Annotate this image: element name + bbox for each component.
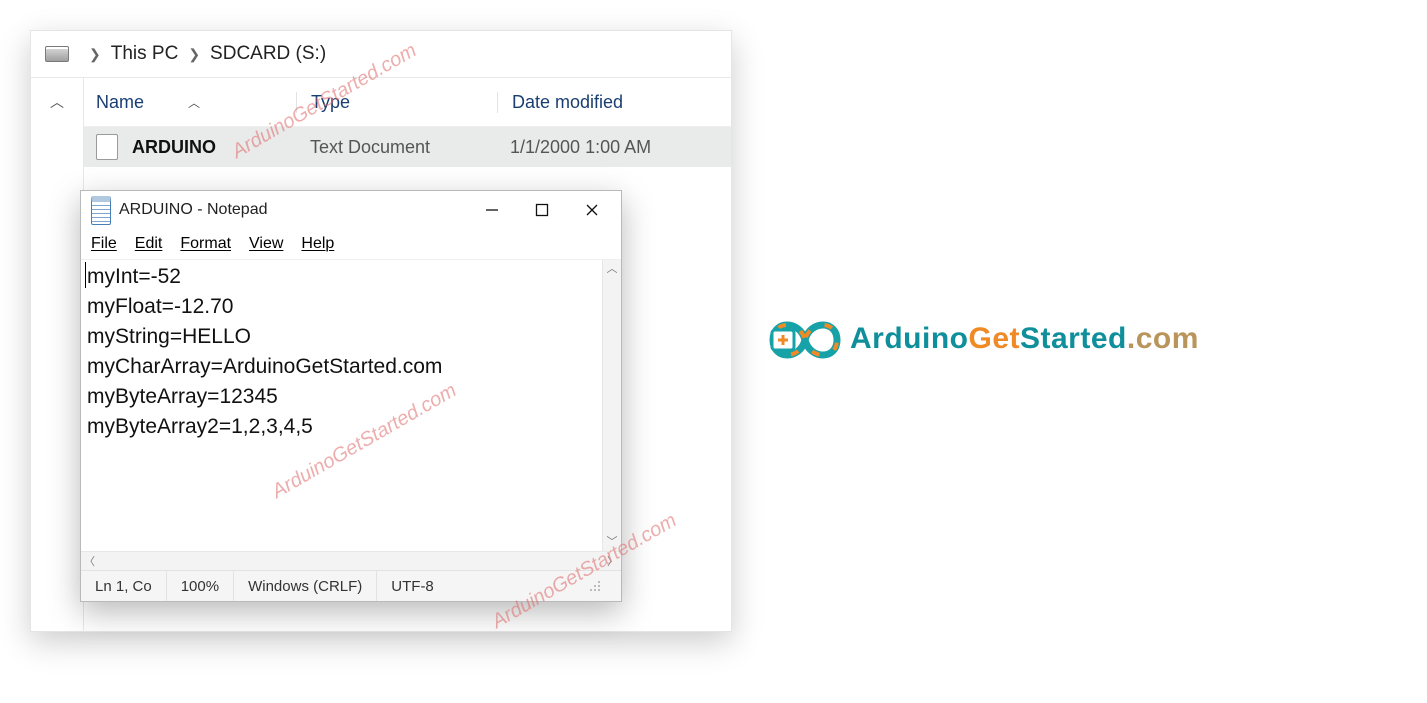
column-header-date[interactable]: Date modified [497,92,731,113]
notepad-menubar: File Edit Format View Help [81,229,621,260]
chevron-up-icon: ︿ [50,92,64,632]
scroll-left-icon[interactable]: 〈 [84,553,95,569]
infinity-logo-icon [760,300,850,378]
file-name-cell: ARDUINO [96,134,296,160]
file-name-label: ARDUINO [132,137,216,158]
breadcrumb-this-pc[interactable]: This PC [111,43,179,65]
drive-icon [45,46,69,62]
editor-line: myInt=-52 [87,262,617,292]
editor-line: myCharArray=ArduinoGetStarted.com [87,352,617,382]
file-type-cell: Text Document [296,137,496,158]
column-header-name[interactable]: Name ︿ [96,92,296,113]
brand-logo-text: ArduinoGetStarted.com [850,322,1199,356]
sort-asc-icon: ︿ [188,94,200,111]
status-cursor-pos: Ln 1, Co [81,571,167,601]
file-date-cell: 1/1/2000 1:00 AM [496,137,731,158]
file-row-arduino[interactable]: ARDUINO Text Document 1/1/2000 1:00 AM [84,127,731,167]
menu-edit[interactable]: Edit [135,235,163,253]
menu-help[interactable]: Help [301,235,334,253]
status-encoding-label: UTF-8 [391,578,434,595]
text-file-icon [96,134,118,160]
notepad-statusbar: Ln 1, Co 100% Windows (CRLF) UTF-8 [81,570,621,601]
logo-word-started: Started [1020,322,1127,355]
logo-word-com: .com [1127,322,1199,355]
notepad-title: ARDUINO - Notepad [119,201,467,219]
menu-file[interactable]: File [91,235,117,253]
editor-line: myString=HELLO [87,322,617,352]
logo-word-arduino: Arduino [850,322,968,355]
notepad-textarea[interactable]: myInt=-52 myFloat=-12.70 myString=HELLO … [81,260,621,551]
resize-grip-icon[interactable] [587,578,603,594]
logo-word-get: Get [968,322,1020,355]
column-header-type[interactable]: Type [296,92,497,113]
notepad-icon [91,196,111,225]
notepad-window: ARDUINO - Notepad File Edit Format View … [80,190,622,602]
scroll-up-icon[interactable]: ︿ [603,260,621,278]
chevron-right-icon: ❯ [188,46,200,63]
status-eol: Windows (CRLF) [234,571,377,601]
column-header-name-label: Name [96,92,144,113]
text-caret [85,262,86,288]
minimize-button[interactable] [467,193,517,227]
status-zoom: 100% [167,571,234,601]
breadcrumb-drive[interactable]: SDCARD (S:) [210,43,326,65]
maximize-button[interactable] [517,193,567,227]
scroll-down-icon[interactable]: ﹀ [603,533,621,551]
vertical-scrollbar[interactable]: ︿ ﹀ [602,260,621,551]
editor-line: myByteArray=12345 [87,382,617,412]
breadcrumb[interactable]: ❯ This PC ❯ SDCARD (S:) [31,31,731,78]
editor-line: myFloat=-12.70 [87,292,617,322]
close-button[interactable] [567,193,617,227]
notepad-titlebar[interactable]: ARDUINO - Notepad [81,191,621,229]
nav-collapse-gutter[interactable]: ︿ [31,78,84,632]
menu-view[interactable]: View [249,235,283,253]
brand-logo: ArduinoGetStarted.com [760,300,1199,378]
editor-line: myByteArray2=1,2,3,4,5 [87,412,617,442]
column-headers: Name ︿ Type Date modified [84,78,731,127]
menu-format[interactable]: Format [180,235,231,253]
scroll-right-icon[interactable]: 〉 [607,553,618,569]
chevron-right-icon: ❯ [89,46,101,63]
horizontal-scrollbar[interactable]: 〈 〉 [81,551,621,570]
status-encoding: UTF-8 [377,571,621,601]
